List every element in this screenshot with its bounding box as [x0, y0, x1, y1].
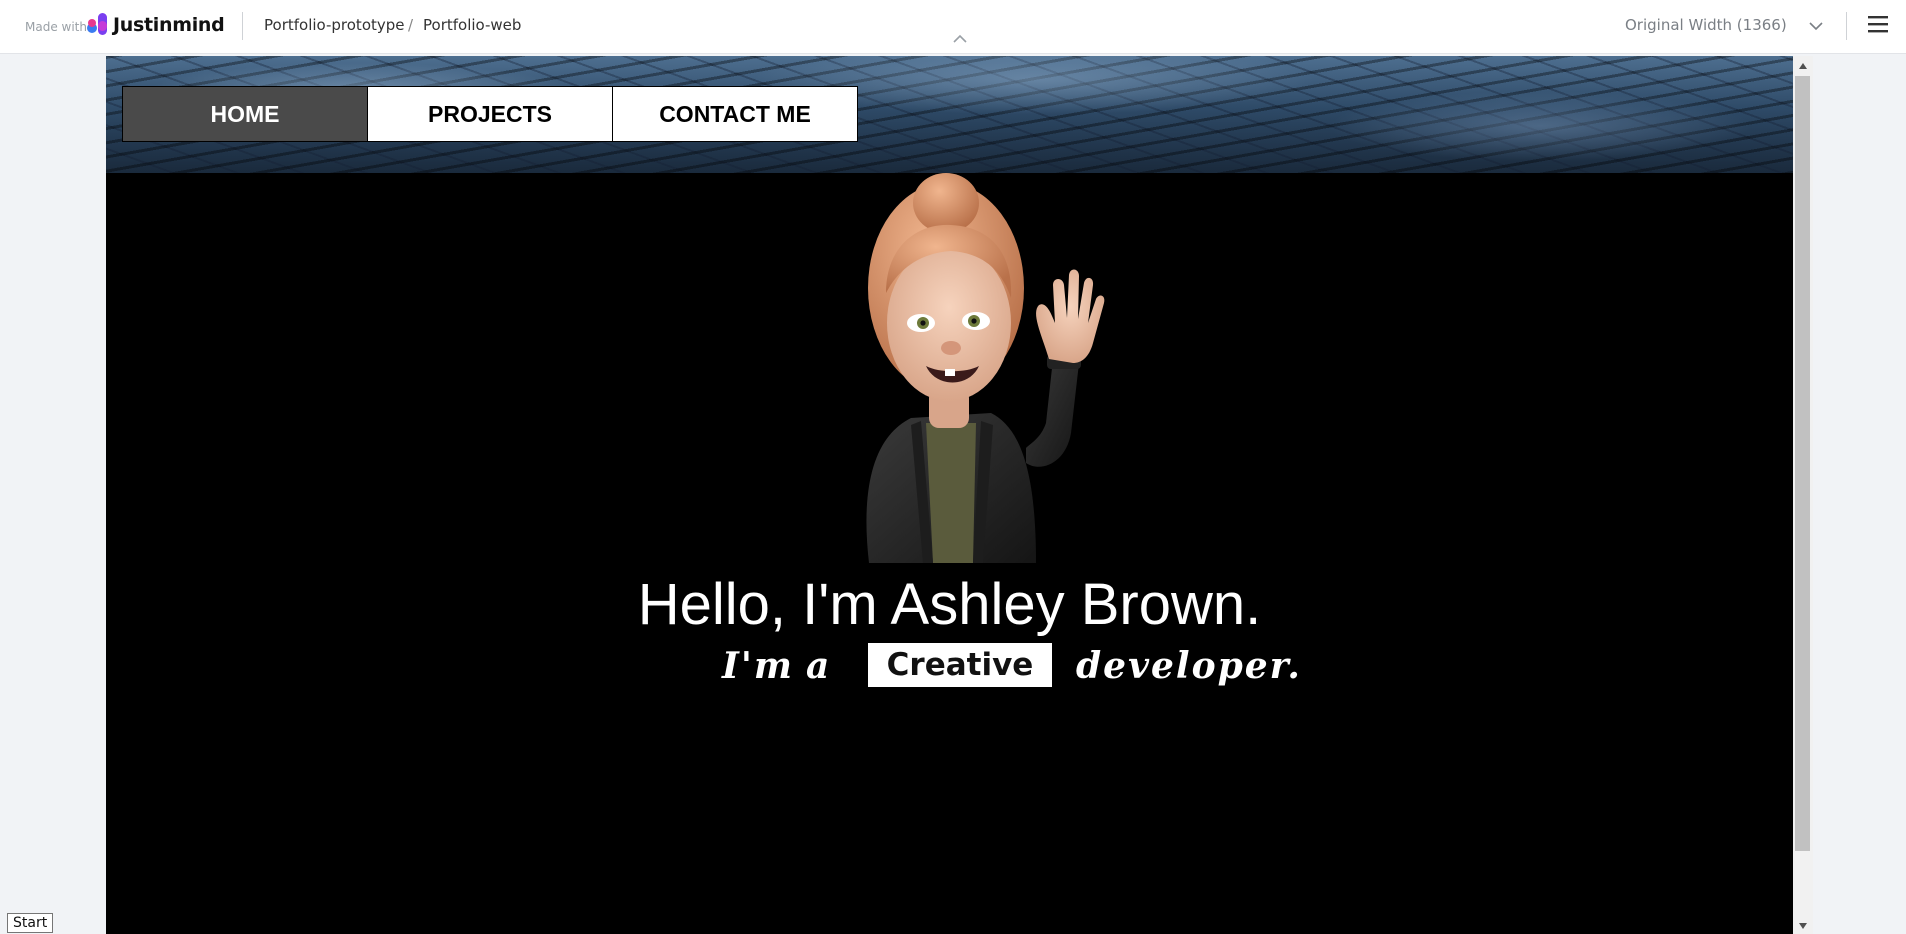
- screen-width-select[interactable]: Original Width (1366): [1625, 16, 1787, 34]
- breadcrumb-page[interactable]: Portfolio-web: [423, 16, 521, 34]
- breadcrumb-project[interactable]: Portfolio-prototype: [264, 16, 405, 34]
- nav-projects[interactable]: PROJECTS: [367, 86, 613, 142]
- scrollbar-thumb[interactable]: [1795, 76, 1810, 851]
- subline-word-im: I'm: [722, 645, 794, 687]
- waving-avatar-image: [866, 173, 1105, 563]
- start-button[interactable]: Start: [7, 913, 54, 933]
- prototype-canvas: HOME PROJECTS CONTACT ME Hello, I'm Ashl…: [106, 56, 1793, 934]
- nav-home[interactable]: HOME: [122, 86, 368, 142]
- chevron-down-icon[interactable]: [1808, 20, 1824, 32]
- divider: [1846, 12, 1847, 40]
- made-with-label: Made with: [25, 20, 87, 34]
- divider: [242, 12, 243, 40]
- nav-contact-me[interactable]: CONTACT ME: [612, 86, 858, 142]
- highlight-word-box: Creative: [868, 643, 1052, 687]
- top-toolbar: Made with Justinmind Portfolio-prototype…: [0, 0, 1906, 54]
- main-nav: HOME PROJECTS CONTACT ME: [122, 86, 858, 142]
- breadcrumb-separator: /: [408, 16, 414, 34]
- scroll-down-arrow-icon[interactable]: [1798, 922, 1808, 930]
- subline-word-developer: developer.: [1076, 645, 1302, 687]
- scroll-up-arrow-icon[interactable]: [1798, 62, 1808, 70]
- collapse-toolbar-icon[interactable]: [951, 32, 969, 46]
- menu-icon[interactable]: [1867, 14, 1889, 34]
- vertical-scrollbar[interactable]: [1793, 56, 1813, 934]
- brand-name[interactable]: Justinmind: [113, 14, 225, 36]
- subline-word-a: a: [806, 645, 832, 687]
- justinmind-logo-icon[interactable]: [86, 11, 110, 37]
- hero-headline: Hello, I'm Ashley Brown.: [637, 572, 1262, 637]
